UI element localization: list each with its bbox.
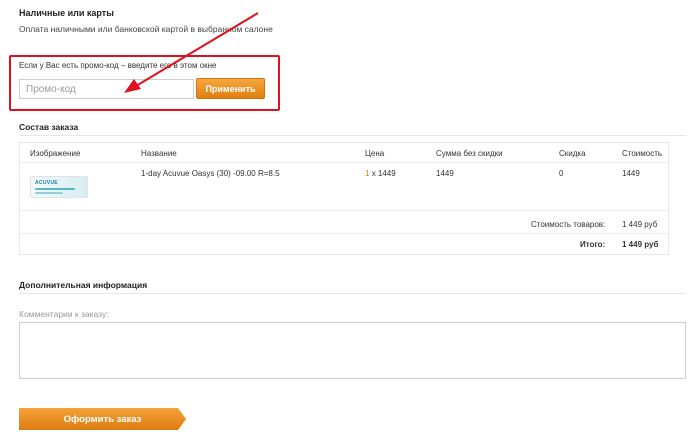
place-order-button[interactable]: Оформить заказ: [19, 408, 186, 430]
order-table: [19, 142, 669, 255]
additional-info-title: Дополнительная информация: [19, 280, 148, 290]
place-order-label: Оформить заказ: [63, 413, 142, 425]
product-image-stripe: [35, 188, 75, 190]
product-name[interactable]: 1-day Acuvue Oasys (30) -09.00 R=8.5: [141, 169, 280, 178]
product-cost: 1449: [622, 169, 640, 178]
product-image[interactable]: ACUVUE: [30, 176, 88, 198]
column-header-cost: Стоимость: [622, 149, 663, 158]
product-price: 1 x 1449: [365, 169, 396, 178]
table-header-divider: [20, 162, 668, 163]
product-discount: 0: [559, 169, 564, 178]
totals-divider: [20, 233, 668, 234]
comment-textarea[interactable]: [19, 322, 686, 379]
goods-total-value: 1 449 руб: [622, 220, 658, 229]
column-header-sum-without-discount: Сумма без скидки: [436, 149, 503, 158]
goods-total-label: Стоимость товаров:: [531, 220, 606, 229]
column-header-image: Изображение: [30, 149, 81, 158]
contact-lens-box-icon: ACUVUE: [35, 180, 58, 186]
order-section-title: Состав заказа: [19, 122, 79, 132]
order-section-divider: [19, 135, 686, 136]
table-row-divider: [20, 210, 668, 211]
product-price-value: x 1449: [371, 169, 396, 178]
column-header-price: Цена: [365, 149, 385, 158]
product-quantity: 1: [365, 169, 370, 178]
column-header-name: Название: [141, 149, 177, 158]
product-sum-without-discount: 1449: [436, 169, 454, 178]
product-image-stripe-secondary: [35, 192, 63, 194]
grand-total-value: 1 449 руб: [622, 240, 659, 249]
grand-total-label: Итого:: [580, 240, 606, 249]
additional-info-divider: [19, 293, 686, 294]
comment-label: Комментарии к заказу:: [19, 309, 109, 319]
column-header-discount: Скидка: [559, 149, 586, 158]
